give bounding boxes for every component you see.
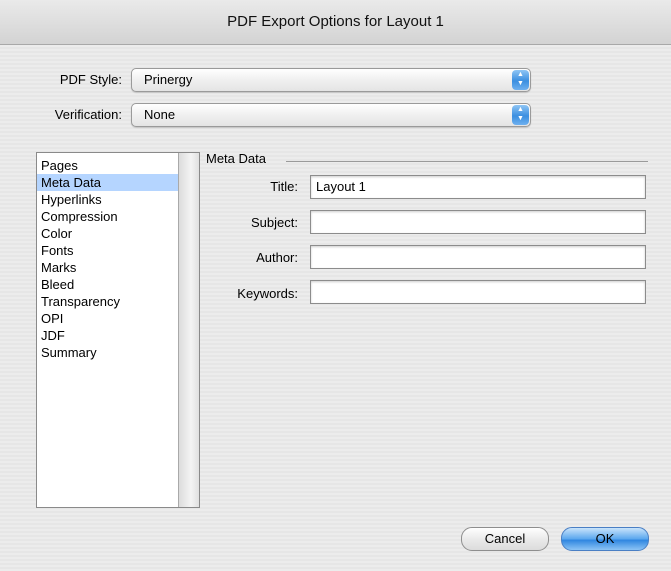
keywords-input[interactable]	[311, 281, 636, 301]
verification-label: Verification:	[54, 107, 122, 122]
sidebar-item-hyperlinks[interactable]: Hyperlinks	[37, 191, 199, 208]
subject-input[interactable]	[311, 211, 636, 231]
title-field[interactable]	[310, 175, 646, 199]
subject-field[interactable]	[310, 210, 646, 234]
sidebar-item-marks[interactable]: Marks	[37, 259, 199, 276]
sidebar-item-color[interactable]: Color	[37, 225, 199, 242]
author-input[interactable]	[311, 246, 636, 266]
sidebar-item-fonts[interactable]: Fonts	[37, 242, 199, 259]
list-scrollbar[interactable]	[178, 153, 199, 507]
chevron-up-down-icon: ▲ ▼	[512, 105, 529, 125]
sidebar-item-jdf[interactable]: JDF	[37, 327, 199, 344]
sidebar-item-meta-data[interactable]: Meta Data	[37, 174, 199, 191]
subject-label: Subject:	[251, 215, 298, 230]
pdf-style-value: Prinergy	[144, 72, 193, 87]
author-field[interactable]	[310, 245, 646, 269]
ok-button[interactable]: OK	[561, 527, 649, 551]
sidebar-item-opi[interactable]: OPI	[37, 310, 199, 327]
section-divider	[286, 161, 648, 162]
title-label: Title:	[270, 179, 298, 194]
sidebar-item-compression[interactable]: Compression	[37, 208, 199, 225]
sidebar-item-summary[interactable]: Summary	[37, 344, 199, 361]
author-label: Author:	[256, 250, 298, 265]
verification-value: None	[144, 107, 176, 122]
keywords-label: Keywords:	[237, 286, 298, 301]
window-title: PDF Export Options for Layout 1	[0, 0, 671, 45]
title-input[interactable]	[311, 176, 636, 196]
verification-popup[interactable]: None ▲ ▼	[131, 103, 531, 127]
category-list[interactable]: Pages Meta Data Hyperlinks Compression C…	[36, 152, 200, 508]
cancel-button[interactable]: Cancel	[461, 527, 549, 551]
sidebar-item-pages[interactable]: Pages	[37, 157, 199, 174]
chevron-up-down-icon: ▲ ▼	[512, 70, 529, 90]
meta-data-section-title: Meta Data	[206, 151, 266, 166]
sidebar-item-bleed[interactable]: Bleed	[37, 276, 199, 293]
pdf-style-label: PDF Style:	[59, 72, 122, 87]
sidebar-item-transparency[interactable]: Transparency	[37, 293, 199, 310]
pdf-style-popup[interactable]: Prinergy ▲ ▼	[131, 68, 531, 92]
keywords-field[interactable]	[310, 280, 646, 304]
